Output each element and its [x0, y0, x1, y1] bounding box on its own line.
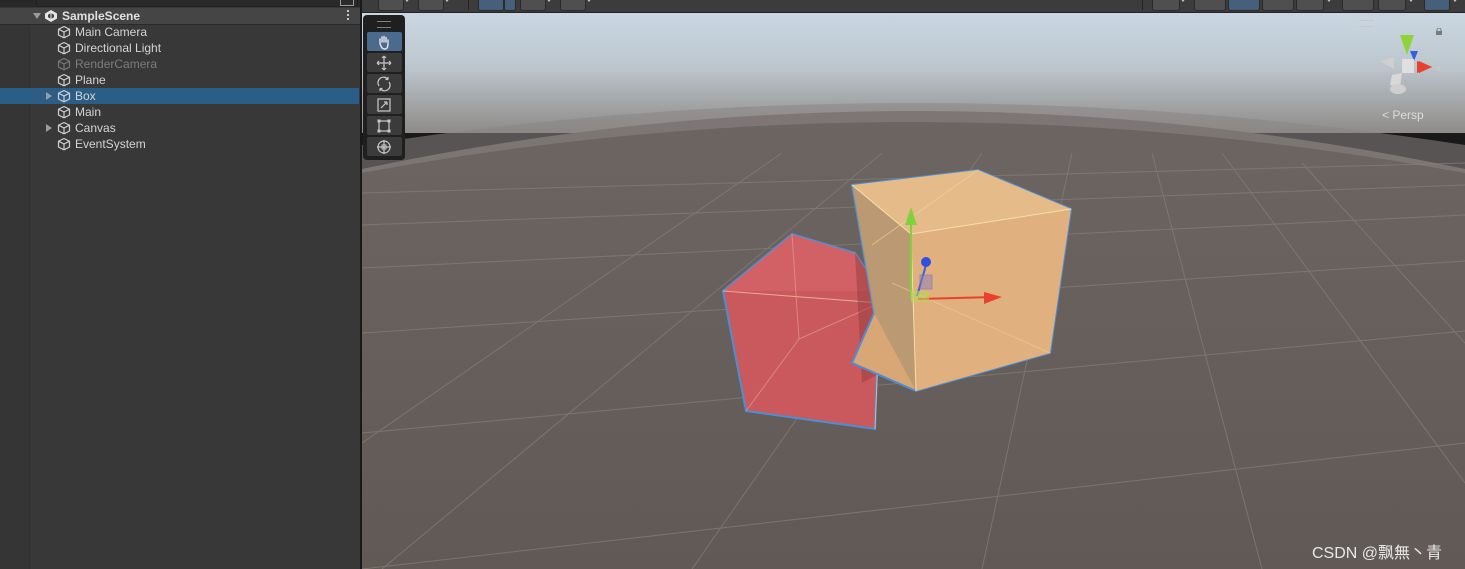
hierarchy-item[interactable]: Directional Light [0, 40, 359, 56]
hand-icon [379, 35, 389, 50]
scene-render[interactable] [362, 13, 1465, 569]
pivot-dropdown-button[interactable] [504, 0, 516, 11]
scale-tool-button[interactable] [367, 95, 402, 114]
pivot-label: LY [484, 0, 495, 1]
kebab-menu-icon[interactable] [347, 10, 350, 22]
gameobject-cube-icon [57, 41, 71, 55]
shading-mode-button[interactable] [1152, 0, 1180, 11]
foldout-arrow-icon[interactable] [46, 92, 52, 100]
scene-name: SampleScene [62, 9, 141, 23]
gameobject-cube-icon [57, 121, 71, 135]
chevron-down-icon[interactable] [1408, 0, 1414, 2]
foldout-arrow-icon[interactable] [46, 124, 52, 132]
search-filter-icon[interactable] [340, 0, 354, 6]
svg-text:y: y [1405, 23, 1410, 32]
hand-tool-button[interactable] [367, 32, 402, 51]
audio-toggle-button[interactable] [1262, 0, 1294, 11]
hierarchy-item-label: Main Camera [75, 25, 148, 39]
gameobject-cube-icon [57, 105, 71, 119]
hierarchy-item[interactable]: RenderCamera [0, 56, 359, 72]
gameobject-cube-icon [57, 57, 71, 71]
scene-visibility-button[interactable] [1342, 0, 1374, 11]
chevron-down-icon[interactable] [444, 0, 450, 2]
chevron-down-icon[interactable] [546, 0, 552, 2]
hierarchy-item-label: Main [75, 105, 102, 119]
move-icon [376, 55, 392, 71]
toolbar-separator [468, 0, 469, 10]
watermark: CSDN @飘無丶青 [1312, 545, 1443, 562]
hierarchy-item-label: Box [75, 89, 96, 103]
chevron-down-icon[interactable] [1452, 0, 1458, 2]
hierarchy-item[interactable]: Box [0, 88, 359, 104]
lighting-toggle-button[interactable] [1228, 0, 1260, 11]
toolbar-separator [1142, 0, 1143, 10]
rect-tool-icon [377, 119, 391, 133]
hierarchy-item-label: Plane [75, 73, 106, 87]
increment-snap-button[interactable] [560, 0, 586, 11]
hierarchy-item[interactable]: Main Camera [0, 24, 359, 40]
projection-toggle[interactable]: < Persp [1382, 108, 1424, 122]
scale-icon [377, 98, 391, 112]
hierarchy-item[interactable]: EventSystem [0, 136, 359, 152]
gizmos-button[interactable] [1424, 0, 1450, 11]
tools-overlay [363, 15, 405, 160]
gameobject-cube-icon [57, 137, 71, 151]
scene-toolbar: LY 2D [362, 0, 1465, 13]
hierarchy-item-label: Canvas [75, 121, 116, 135]
hierarchy-item-label: EventSystem [75, 137, 146, 151]
hierarchy-item[interactable]: Canvas [0, 120, 359, 136]
chevron-down-icon[interactable] [1180, 0, 1186, 2]
rect-tool-button[interactable] [367, 116, 402, 135]
gameobject-cube-icon [57, 89, 71, 103]
hierarchy-item[interactable]: Main [0, 104, 359, 120]
scene-foldout-icon[interactable] [33, 13, 41, 19]
unity-scene-icon [45, 10, 57, 22]
draw-mode-button[interactable] [378, 0, 404, 11]
transform-icon [377, 140, 391, 154]
hierarchy-toolbar [0, 0, 360, 7]
chevron-down-icon[interactable] [1326, 0, 1332, 2]
orientation-gizmo[interactable]: y x [1372, 21, 1457, 116]
hierarchy-search-input[interactable] [36, 0, 358, 7]
hierarchy-item[interactable]: Plane [0, 72, 359, 88]
pivot-toggle-button[interactable]: LY [478, 0, 504, 11]
transform-tool-button[interactable] [367, 137, 402, 156]
svg-text:x: x [1436, 64, 1441, 73]
hierarchy-panel: SampleScene Main Camera Directional Light… [0, 0, 360, 569]
scene-viewport[interactable]: y x < Persp CSDN @飘無丶青 [362, 13, 1465, 569]
overlay-grip-icon[interactable] [377, 21, 391, 28]
2d-toggle-button[interactable]: 2D [1194, 0, 1226, 11]
scene-header-row[interactable]: SampleScene [0, 8, 360, 25]
render-mode-button[interactable] [418, 0, 444, 11]
gameobject-cube-icon [57, 25, 71, 39]
2d-label: 2D [1203, 0, 1215, 1]
effects-toggle-button[interactable] [1296, 0, 1324, 11]
hierarchy-item-label: RenderCamera [75, 57, 158, 71]
gameobject-cube-icon [57, 73, 71, 87]
hierarchy-item-label: Directional Light [75, 41, 162, 55]
grid-snap-button[interactable] [520, 0, 546, 11]
rotate-tool-button[interactable] [367, 74, 402, 93]
chevron-down-icon[interactable] [586, 0, 592, 2]
camera-settings-button[interactable] [1378, 0, 1406, 11]
chevron-down-icon[interactable] [404, 0, 410, 2]
rotate-icon [377, 76, 391, 92]
move-tool-button[interactable] [367, 53, 402, 72]
